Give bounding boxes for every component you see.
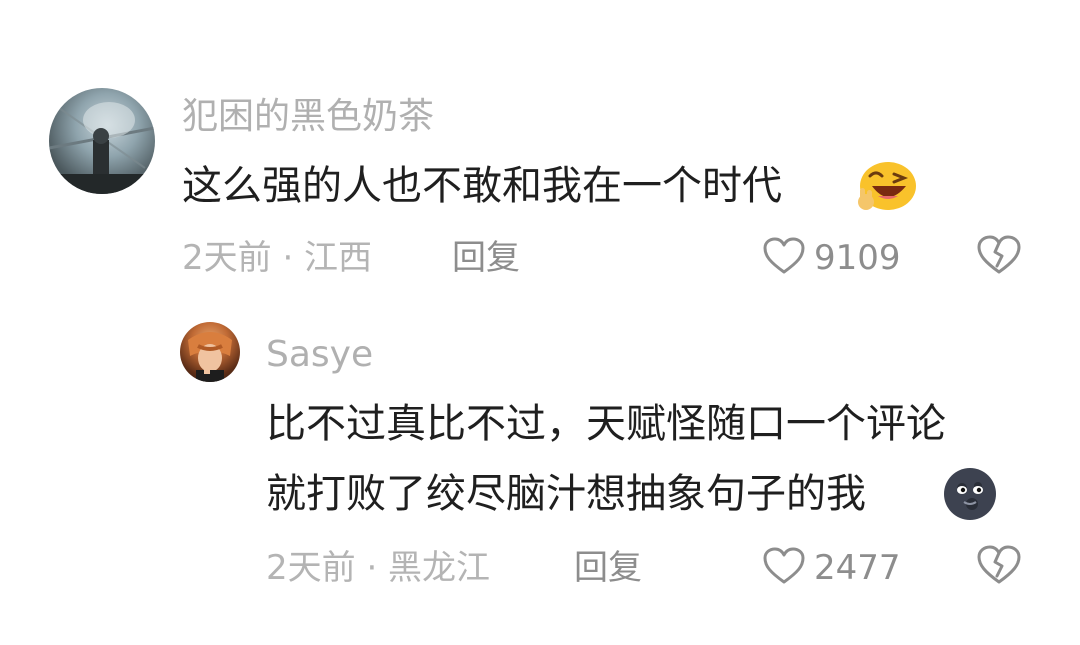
like-count: 2477 [814,548,901,588]
comment-text: 这么强的人也不敢和我在一个时代 [182,163,782,209]
broken-heart-icon[interactable] [976,234,1022,276]
black-moon-face-emoji-icon [944,468,996,520]
comment-text: 就打败了绞尽脑汁想抽象句子的我 [266,471,866,517]
avatar-image [188,332,232,382]
comment-text: 比不过真比不过，天赋怪随口一个评论 [266,401,946,447]
like-count: 9109 [814,238,901,278]
avatar[interactable] [49,88,155,194]
reply-button[interactable]: 回复 [574,546,642,590]
comment-username[interactable]: 犯困的黑色奶茶 [182,94,434,140]
comment-meta: 2天前 · 黑龙江 [266,548,491,588]
laughing-winking-peace-emoji-icon [858,162,916,210]
broken-heart-icon[interactable] [976,544,1022,586]
heart-outline-icon[interactable] [762,236,806,276]
comment-meta: 2天前 · 江西 [182,238,373,278]
avatar-image [49,102,155,194]
avatar[interactable] [180,322,240,382]
reply-button[interactable]: 回复 [452,236,520,280]
heart-outline-icon[interactable] [762,546,806,586]
comment-username[interactable]: Sasye [266,332,373,378]
comment-thread: 犯困的黑色奶茶 这么强的人也不敢和我在一个时代 2天前 · 江西 回复 9109… [0,0,1080,645]
